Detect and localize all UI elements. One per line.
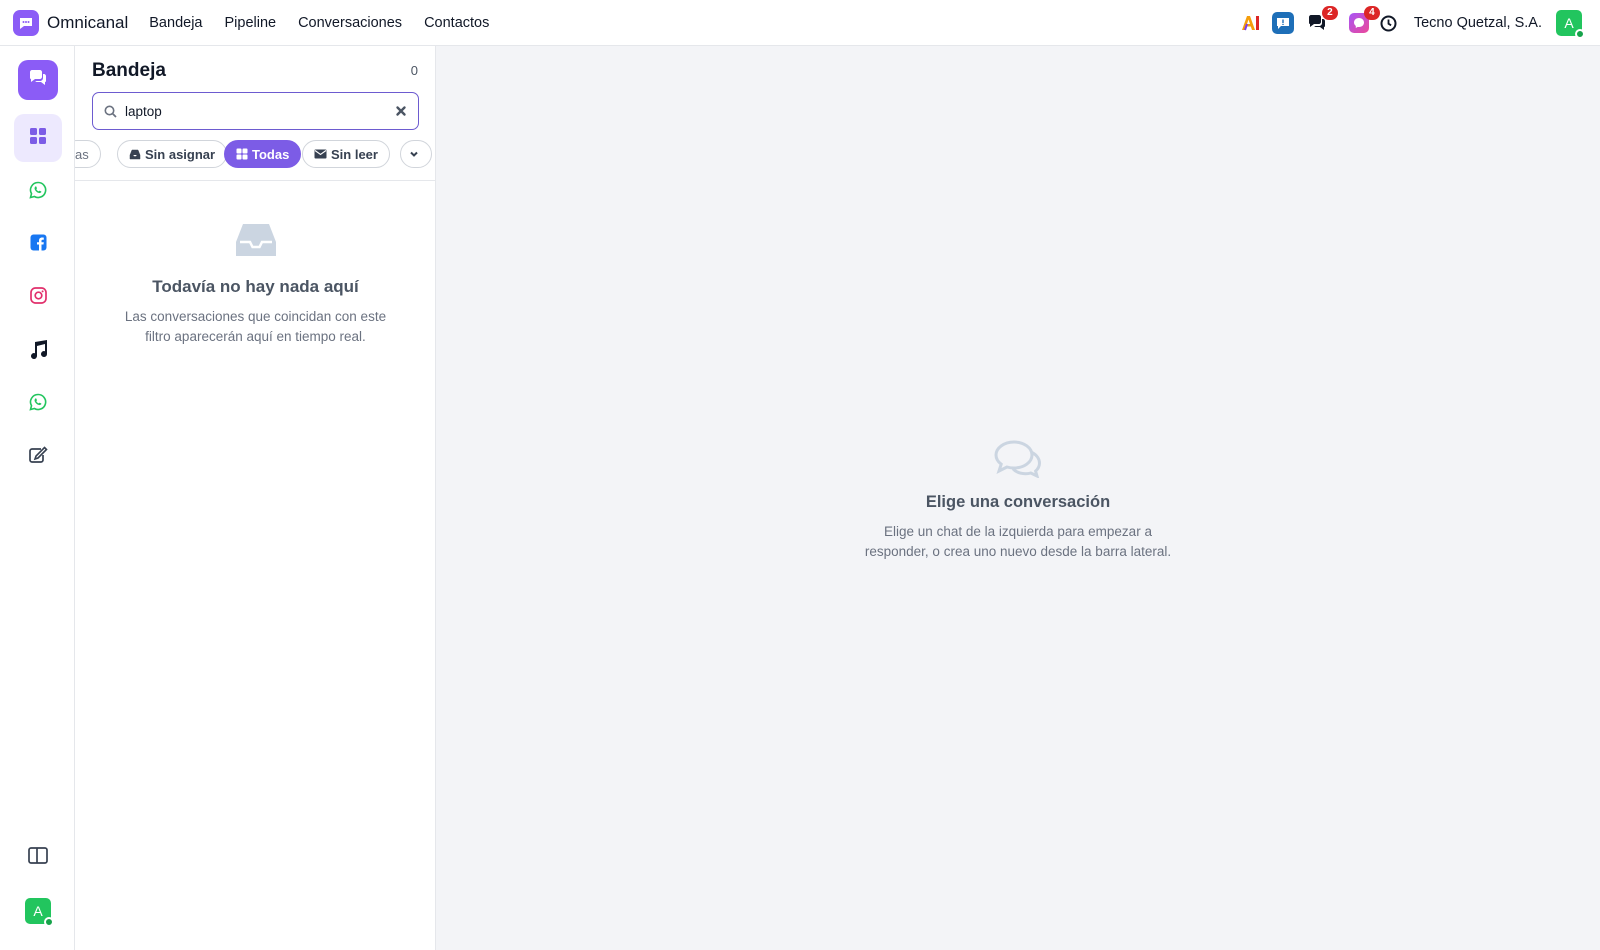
- whatsapp-icon: [29, 181, 47, 204]
- online-status-dot: [1575, 29, 1585, 39]
- rail-compose-button[interactable]: [14, 433, 62, 481]
- filter-chip-label: as: [75, 146, 89, 162]
- brand-logo-icon: [13, 9, 39, 36]
- rail-facebook-button[interactable]: [14, 221, 62, 269]
- top-right-tools: 2 4 Tecno Quetzal, S.A. A: [1230, 0, 1585, 46]
- divider: [75, 180, 436, 181]
- rail-user-button[interactable]: A: [14, 887, 62, 935]
- filter-chips: as Sin asignar Todas Sin leer: [75, 140, 436, 172]
- layout-icon: [28, 847, 48, 869]
- clock-icon[interactable]: [1378, 12, 1400, 34]
- ai-icon[interactable]: [1240, 12, 1262, 34]
- search-input[interactable]: [125, 103, 375, 119]
- chevron-down-icon: [409, 150, 423, 158]
- filter-chip-sin-asignar[interactable]: Sin asignar: [117, 140, 228, 168]
- chat-icon: [28, 69, 48, 92]
- envelope-icon: [314, 149, 331, 159]
- chat-bubbles-icon: [994, 440, 1042, 483]
- facebook-icon: [30, 234, 47, 256]
- brand-name: Omnicanal: [47, 12, 129, 32]
- search-box: [92, 92, 419, 130]
- inbox-tray-icon: [235, 222, 277, 263]
- edit-icon: [28, 445, 48, 469]
- nav-conversaciones[interactable]: Conversaciones: [298, 15, 402, 31]
- whatsapp-icon: [29, 393, 47, 416]
- clear-search-icon[interactable]: [394, 104, 408, 118]
- messenger-icon[interactable]: 4: [1348, 6, 1380, 34]
- avatar-initial: A: [33, 903, 43, 919]
- conversation-empty-state: Elige una conversación Elige un chat de …: [436, 440, 1600, 562]
- rail-tiktok-button[interactable]: [14, 327, 62, 375]
- inbox-icon: [129, 149, 145, 160]
- search-icon: [104, 105, 117, 118]
- empty-title: Elige una conversación: [925, 493, 1111, 511]
- chats-badge: 2: [1321, 6, 1338, 20]
- channel-rail: A: [0, 46, 75, 950]
- company-name[interactable]: Tecno Quetzal, S.A.: [1414, 15, 1542, 31]
- avatar-initial: A: [1564, 15, 1574, 31]
- rail-whatsapp-button[interactable]: [14, 168, 62, 216]
- user-avatar[interactable]: A: [1556, 10, 1585, 39]
- instagram-icon: [29, 287, 47, 309]
- grid-icon: [236, 148, 252, 160]
- filter-chip-label: Sin leer: [331, 146, 378, 162]
- page-title: Bandeja: [92, 60, 166, 81]
- rail-layout-button[interactable]: [14, 834, 62, 882]
- filter-chip-partial[interactable]: as: [75, 140, 101, 168]
- nav-pipeline[interactable]: Pipeline: [224, 15, 276, 31]
- grid-icon: [29, 127, 47, 150]
- main-nav: Bandeja Pipeline Conversaciones Contacto…: [149, 15, 511, 31]
- brand[interactable]: Omnicanal: [13, 9, 129, 36]
- chats-icon[interactable]: 2: [1306, 6, 1338, 34]
- chat-widget-icon[interactable]: [1271, 12, 1294, 34]
- conversation-count: 0: [410, 63, 418, 78]
- online-status-dot: [44, 917, 54, 927]
- filter-chip-label: Sin asignar: [145, 146, 216, 162]
- top-bar: Omnicanal Bandeja Pipeline Conversacione…: [0, 0, 1600, 46]
- filter-chip-sin-leer[interactable]: Sin leer: [302, 140, 390, 168]
- empty-description: Las conversaciones que coincidan con est…: [124, 309, 387, 344]
- nav-contactos[interactable]: Contactos: [424, 15, 489, 31]
- rail-instagram-button[interactable]: [14, 274, 62, 322]
- filter-chip-label: Todas: [252, 146, 290, 162]
- filter-chip-todas[interactable]: Todas: [224, 140, 302, 168]
- tiktok-icon: [29, 339, 48, 364]
- rail-dashboard-button[interactable]: [14, 114, 62, 162]
- rail-whatsapp-2-button[interactable]: [14, 380, 62, 428]
- avatar: A: [25, 898, 54, 927]
- nav-bandeja[interactable]: Bandeja: [149, 15, 202, 31]
- inbox-panel: Bandeja 0 as Sin asignar Todas: [75, 46, 436, 950]
- rail-chat-button[interactable]: [18, 60, 58, 100]
- empty-description: Elige un chat de la izquierda para empez…: [864, 524, 1172, 559]
- empty-state: Todavía no hay nada aquí Las conversacio…: [75, 222, 436, 347]
- more-filters-button[interactable]: [400, 140, 432, 168]
- empty-title: Todavía no hay nada aquí: [152, 277, 359, 296]
